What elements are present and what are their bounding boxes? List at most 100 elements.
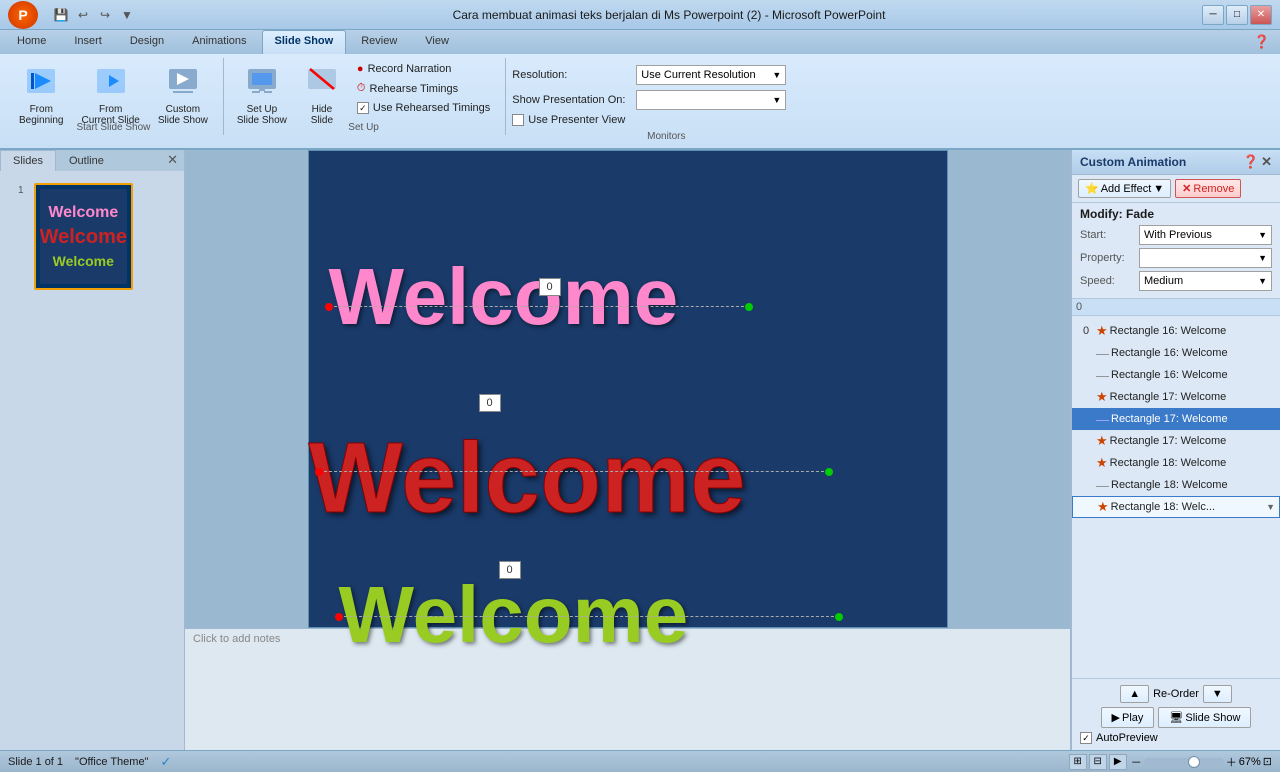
resolution-dropdown[interactable]: Use Current Resolution ▼ <box>636 65 786 85</box>
reorder-up-button[interactable]: ▲ <box>1120 685 1149 703</box>
anim-text-5: Rectangle 17: Welcome <box>1111 413 1276 425</box>
welcome-text-3[interactable]: Welcome <box>339 569 689 661</box>
ribbon-group-start-slideshow: FromBeginning FromCurrent Slide CustomSl… <box>8 58 224 135</box>
hide-slide-button[interactable]: HideSlide <box>298 60 346 120</box>
slides-panel: Slides Outline ✕ 1 Welcome Welcome Welco… <box>0 150 185 750</box>
status-right: ⊞ ⊟ ▶ － ＋ 67% ⊡ <box>1069 754 1272 770</box>
redo-icon[interactable]: ↪ <box>96 6 114 24</box>
start-dropdown[interactable]: With Previous ▼ <box>1139 225 1272 245</box>
anim-item-2[interactable]: — Rectangle 16: Welcome <box>1072 342 1280 364</box>
slide-thumb-inner: Welcome Welcome Welcome <box>40 189 127 284</box>
tab-design[interactable]: Design <box>117 30 177 54</box>
show-on-dropdown[interactable]: ▼ <box>636 90 786 110</box>
save-icon[interactable]: 💾 <box>52 6 70 24</box>
anim-item-9-arrow[interactable]: ▼ <box>1266 502 1275 512</box>
motion-end-1 <box>745 303 753 311</box>
anim-star-1: ★ <box>1096 323 1108 339</box>
anim-star-9: ★ <box>1097 499 1109 515</box>
setup-icon <box>246 65 278 102</box>
setup-slide-show-button[interactable]: Set UpSlide Show <box>230 60 294 120</box>
resolution-value: Use Current Resolution <box>641 69 755 81</box>
anim-star-7: ★ <box>1096 455 1108 471</box>
slideshow-icon: 🖥 <box>1169 711 1183 724</box>
slideshow-button[interactable]: 🖥 Slide Show <box>1158 707 1251 728</box>
resolution-arrow: ▼ <box>772 70 781 80</box>
from-current-slide-button[interactable]: FromCurrent Slide <box>74 60 146 120</box>
anim-item-6[interactable]: ★ Rectangle 17: Welcome <box>1072 430 1280 452</box>
property-dropdown[interactable]: ▼ <box>1139 248 1272 268</box>
start-arrow: ▼ <box>1258 230 1267 240</box>
tab-slideshow[interactable]: Slide Show <box>262 30 347 54</box>
tab-view[interactable]: View <box>412 30 462 54</box>
presenter-checkbox[interactable] <box>512 114 524 126</box>
zoom-level: 67% <box>1239 756 1261 768</box>
from-beginning-button[interactable]: FromBeginning <box>12 60 70 120</box>
motion-path-3 <box>339 616 839 617</box>
custom-slide-show-button[interactable]: CustomSlide Show <box>151 60 215 120</box>
rehearse-timings-label: Rehearse Timings <box>370 83 459 95</box>
anim-panel-header: Custom Animation ❓ ✕ <box>1072 150 1280 175</box>
anim-item-5[interactable]: — Rectangle 17: Welcome <box>1072 408 1280 430</box>
resolution-label: Resolution: <box>512 69 632 81</box>
zoom-plus[interactable]: ＋ <box>1226 754 1237 770</box>
anim-item-3[interactable]: — Rectangle 16: Welcome <box>1072 364 1280 386</box>
reorder-down-button[interactable]: ▼ <box>1203 685 1232 703</box>
tab-home[interactable]: Home <box>4 30 59 54</box>
ribbon-help[interactable]: ❓ <box>1248 30 1276 54</box>
remove-button[interactable]: ✕ Remove <box>1175 179 1241 198</box>
slide-canvas: 0 Welcome 0 Welcome 0 <box>308 150 948 628</box>
autopreview-checkbox[interactable]: ✓ <box>1080 732 1092 744</box>
undo-icon[interactable]: ↩ <box>74 6 92 24</box>
anim-text-2: Rectangle 16: Welcome <box>1111 347 1276 359</box>
rehearse-timings-button[interactable]: ⏱ Rehearse Timings <box>350 79 497 98</box>
custom-show-label: CustomSlide Show <box>158 104 208 126</box>
counter-badge-1: 0 <box>539 278 561 296</box>
anim-item-8[interactable]: — Rectangle 18: Welcome <box>1072 474 1280 496</box>
rehearsed-checkbox[interactable]: ✓ <box>357 102 369 114</box>
welcome-text-1[interactable]: Welcome <box>329 251 679 343</box>
tab-outline[interactable]: Outline <box>56 150 117 171</box>
check-icon: ✓ <box>160 754 171 770</box>
anim-toolbar: ⭐ Add Effect ▼ ✕ Remove <box>1072 175 1280 203</box>
normal-view-icon[interactable]: ⊞ <box>1069 754 1087 770</box>
slideshow-view-icon[interactable]: ▶ <box>1109 754 1127 770</box>
add-effect-button[interactable]: ⭐ Add Effect ▼ <box>1078 179 1171 198</box>
use-rehearsed-button[interactable]: ✓ Use Rehearsed Timings <box>350 99 497 117</box>
slide-info: Slide 1 of 1 <box>8 756 63 768</box>
slide-number-label: 1 <box>18 185 24 196</box>
quick-access-more[interactable]: ▼ <box>118 6 136 24</box>
tab-slides[interactable]: Slides <box>0 150 56 171</box>
slide-thumbnail-1[interactable]: Welcome Welcome Welcome <box>34 183 133 290</box>
panel-close-button[interactable]: ✕ <box>161 150 184 171</box>
thumb-text-3: Welcome <box>53 253 114 269</box>
start-label: Start: <box>1080 229 1135 241</box>
zoom-minus[interactable]: － <box>1131 754 1142 770</box>
slide-sorter-icon[interactable]: ⊟ <box>1089 754 1107 770</box>
tab-animations[interactable]: Animations <box>179 30 259 54</box>
minimize-button[interactable]: ─ <box>1202 5 1224 25</box>
slide-editor[interactable]: 0 Welcome 0 Welcome 0 <box>185 150 1070 628</box>
remove-x-icon: ✕ <box>1182 182 1191 195</box>
record-narration-button[interactable]: ● Record Narration <box>350 60 497 78</box>
zoom-slider[interactable] <box>1144 758 1224 766</box>
anim-close-icon[interactable]: ✕ <box>1261 154 1272 170</box>
play-button[interactable]: ▶ Play <box>1101 707 1155 728</box>
anim-text-4: Rectangle 17: Welcome <box>1110 391 1276 403</box>
slide-item-wrapper: 1 Welcome Welcome Welcome <box>0 171 184 302</box>
speed-dropdown[interactable]: Medium ▼ <box>1139 271 1272 291</box>
anim-item-9[interactable]: ★ Rectangle 18: Welc... ▼ <box>1072 496 1280 518</box>
anim-star-4: ★ <box>1096 389 1108 405</box>
autopreview-label: AutoPreview <box>1096 732 1158 744</box>
anim-item-4[interactable]: ★ Rectangle 17: Welcome <box>1072 386 1280 408</box>
maximize-button[interactable]: □ <box>1226 5 1248 25</box>
zoom-fit-icon[interactable]: ⊡ <box>1263 755 1272 768</box>
anim-help-icon[interactable]: ❓ <box>1243 154 1259 170</box>
tab-review[interactable]: Review <box>348 30 410 54</box>
welcome-text-2[interactable]: Welcome <box>309 421 746 536</box>
close-button[interactable]: ✕ <box>1250 5 1272 25</box>
anim-item-1[interactable]: 0 ★ Rectangle 16: Welcome <box>1072 320 1280 342</box>
anim-modify-section: Modify: Fade Start: With Previous ▼ Prop… <box>1072 203 1280 299</box>
anim-item-7[interactable]: ★ Rectangle 18: Welcome <box>1072 452 1280 474</box>
tab-insert[interactable]: Insert <box>61 30 115 54</box>
motion-path-1 <box>329 306 749 307</box>
